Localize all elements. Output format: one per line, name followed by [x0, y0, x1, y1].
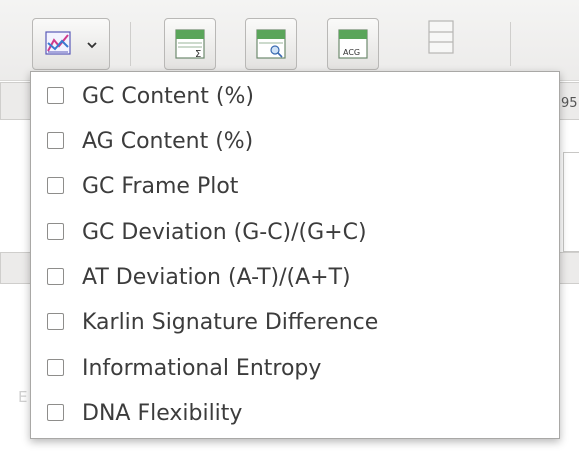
split-view-icon[interactable]	[428, 20, 454, 54]
menu-item-karlin-signature[interactable]: Karlin Signature Difference	[31, 301, 559, 346]
toolbar-separator	[130, 22, 131, 66]
checkbox[interactable]	[47, 87, 64, 104]
sum-button[interactable]: Σ	[164, 18, 216, 70]
graph-type-dropdown-button[interactable]	[32, 18, 110, 70]
menu-item-label: DNA Flexibility	[82, 401, 243, 426]
toolbar-separator	[510, 22, 511, 66]
menu-item-ag-content[interactable]: AG Content (%)	[31, 120, 559, 165]
menu-item-label: AG Content (%)	[82, 129, 254, 154]
find-in-graph-button[interactable]	[245, 18, 297, 70]
table-sum-icon: Σ	[175, 29, 205, 59]
acg-button[interactable]: ACG	[327, 18, 379, 70]
checkbox[interactable]	[47, 404, 64, 421]
ruler-label: 95	[561, 96, 578, 111]
toolbar: Σ ACG	[0, 0, 579, 81]
checkbox[interactable]	[47, 268, 64, 285]
menu-item-label: Informational Entropy	[82, 356, 322, 381]
svg-text:Σ: Σ	[195, 49, 201, 59]
background-text: E	[18, 388, 28, 406]
menu-item-informational-entropy[interactable]: Informational Entropy	[31, 347, 559, 392]
menu-item-gc-deviation[interactable]: GC Deviation (G-C)/(G+C)	[31, 211, 559, 256]
menu-item-label: GC Content (%)	[82, 84, 254, 109]
menu-item-gc-frame-plot[interactable]: GC Frame Plot	[31, 165, 559, 210]
menu-item-label: GC Frame Plot	[82, 174, 239, 199]
table-acg-icon: ACG	[338, 29, 368, 59]
checkbox[interactable]	[47, 313, 64, 330]
svg-text:ACG: ACG	[343, 48, 360, 57]
chevron-down-icon	[87, 42, 97, 49]
menu-item-label: AT Deviation (A-T)/(A+T)	[82, 265, 351, 290]
line-chart-icon	[45, 31, 71, 55]
checkbox[interactable]	[47, 359, 64, 376]
table-search-icon	[256, 29, 286, 59]
menu-item-dna-flexibility[interactable]: DNA Flexibility	[31, 392, 559, 437]
checkbox[interactable]	[47, 132, 64, 149]
checkbox[interactable]	[47, 177, 64, 194]
menu-item-label: GC Deviation (G-C)/(G+C)	[82, 220, 367, 245]
scroll-area[interactable]	[563, 152, 579, 252]
menu-item-gc-content[interactable]: GC Content (%)	[31, 75, 559, 120]
menu-item-at-deviation[interactable]: AT Deviation (A-T)/(A+T)	[31, 256, 559, 301]
menu-item-label: Karlin Signature Difference	[82, 310, 379, 335]
checkbox[interactable]	[47, 223, 64, 240]
graph-type-menu: GC Content (%) AG Content (%) GC Frame P…	[30, 71, 560, 439]
